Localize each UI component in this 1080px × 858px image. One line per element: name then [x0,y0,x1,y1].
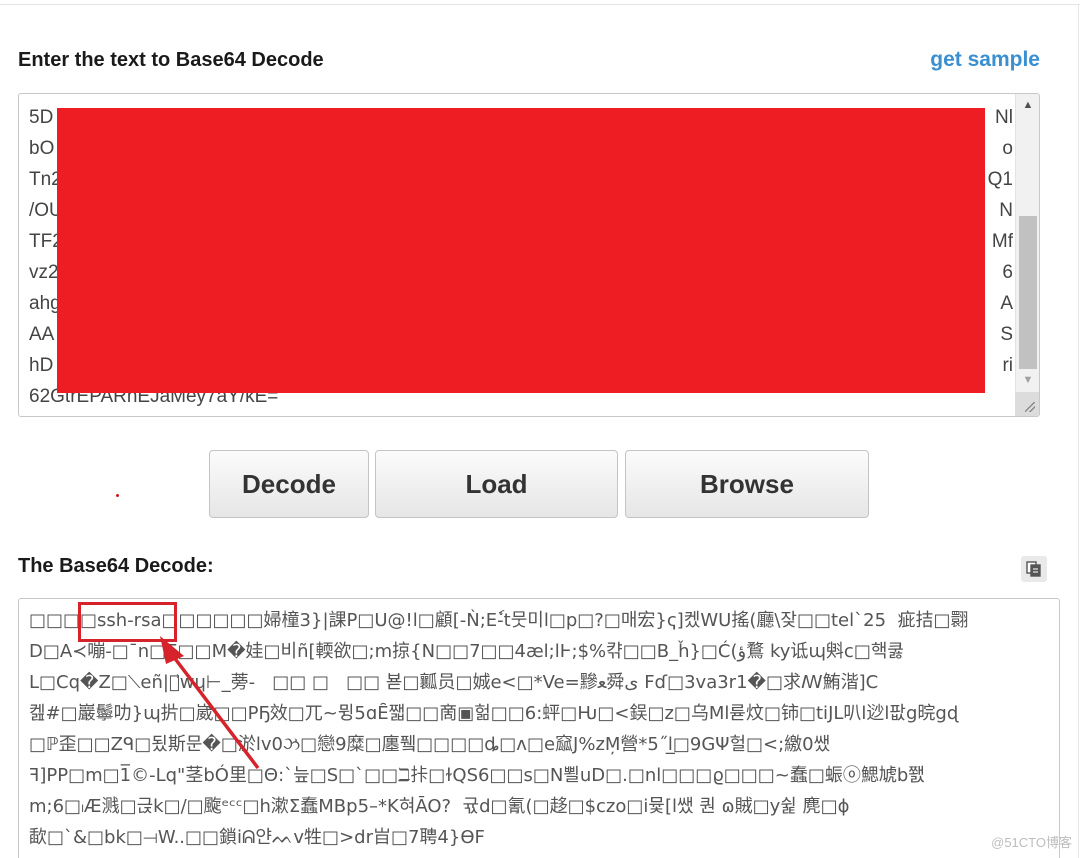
redaction-block [57,108,985,393]
decoded-line: ꟻ]PP□m□1̅©-Lq"茎bÓ里□Θ:`늪□S□`□□ℶ拤□ɫQS6□□s□… [29,765,925,786]
decoded-line: 歃□`&□bk□⟞W..□□鎖iᕱ얀ᨓv牲□>dr㞱□7聘4}ƟF [29,827,485,848]
right-divider [1078,4,1079,858]
input-line-start: ahg [29,293,61,314]
decoded-line: m;6□ₗÆ溅□귽k□/□颴ᵉᶜᶜ□h漱Ʃ蠢MBp5–*K혀ĀO? 귟d□氰(□… [29,796,850,817]
ssh-rsa-highlight-box [78,602,177,642]
input-line-end: S [1000,324,1013,345]
decoded-line: □□□□ssh-rsa□□□□□□婦橦3}|課P□U@!l□顧[-Ǹ;Eٗ-t뭇… [29,610,969,631]
input-line-start: vz2 [29,262,59,283]
decoded-line: D□A≺嘣-□ˉn□E□□M�娃□비ñ[輭欲□;m掠{N□□7□□4æl;lͰ;… [29,641,904,662]
resize-grip-icon[interactable] [1015,392,1039,416]
get-sample-link[interactable]: get sample [930,48,1040,72]
scroll-up-arrow-icon[interactable]: ▲ [1016,94,1039,116]
decoded-line: □ℙ歪□□Zᑫ□됬斯문�□淤lv0ઝ□戀9糜□廛퓈□□□□ȡ□ʌ□e窳J%zM̦… [29,734,831,755]
input-line-end: o [1002,138,1013,159]
output-section-title: The Base64 Decode: [18,555,214,577]
input-line-end: Q1 [987,169,1013,190]
input-line-end: ri [1002,355,1013,376]
input-line-start: bO [29,138,55,159]
browse-button[interactable]: Browse [625,450,869,518]
top-divider [0,4,1080,5]
input-line-start: AA [29,324,55,345]
input-line-start: hD [29,355,54,376]
scroll-thumb[interactable] [1019,216,1037,369]
input-line-end: N [999,200,1013,221]
input-line-end: A [1000,293,1013,314]
decoded-output-text: □□□□ssh-rsa□□□□□□婦橦3}|課P□U@!l□顧[-Ǹ;Eٗ-t뭇… [29,605,1051,853]
scroll-down-arrow-icon[interactable]: ▼ [1016,369,1039,391]
input-line-end: Nl [995,107,1013,128]
input-section-title: Enter the text to Base64 Decode [18,49,324,71]
input-scrollbar[interactable]: ▲ ▼ [1015,94,1039,416]
watermark: @51CTO博客 [991,835,1072,850]
input-line-start: 5D [29,107,54,128]
load-button[interactable]: Load [375,450,618,518]
decoded-line: 켎#□巖鬡叻}ɰ扸□崴□□PҔ效□兀~뮝5ɑȆ쨃□□啇▣헒□□6:蚲□Ƕ□<鋘□… [29,703,959,724]
decoded-line: L□Cq�Z□⟍eñ|蘄⃗wɥ⊢_蒡- □□ □ □□ 뵫□瓤员□娍e<□*Ve… [29,672,879,693]
input-line-end: Mf [991,231,1013,252]
input-line-end: 6 [1002,262,1013,283]
stray-red-mark [116,494,119,497]
copy-icon[interactable] [1021,556,1047,582]
decode-button[interactable]: Decode [209,450,369,518]
